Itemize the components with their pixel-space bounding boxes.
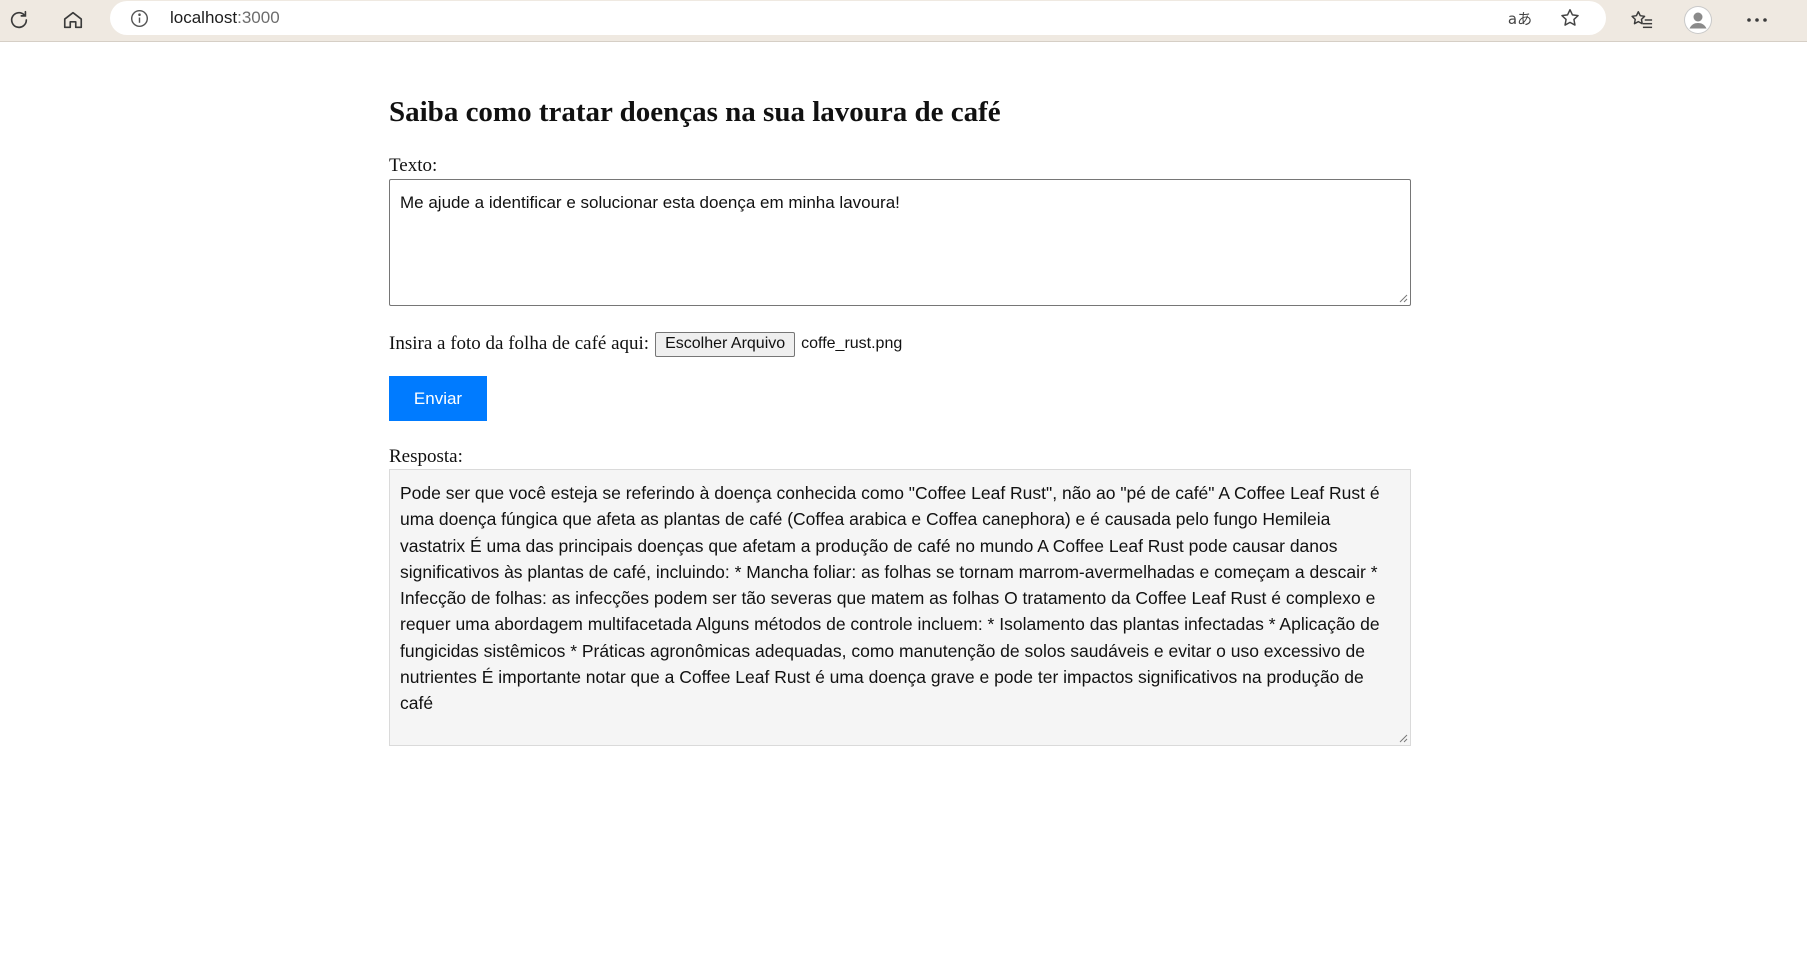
profile-icon[interactable] [1682,4,1714,36]
file-upload-label: Insira a foto da folha de café aqui: [389,333,650,354]
text-label: Texto: [389,155,438,176]
text-input[interactable]: Me ajude a identificar e solucionar esta… [389,179,1411,306]
favorites-icon[interactable] [1626,4,1658,36]
star-icon[interactable] [1556,4,1584,32]
resize-handle-icon[interactable] [1398,293,1408,303]
more-icon[interactable] [1741,4,1773,36]
response-textarea[interactable]: Pode ser que você esteja se referindo à … [389,469,1411,746]
page-title: Saiba como tratar doenças na sua lavoura… [389,96,1001,128]
file-upload-row: Insira a foto da folha de café aqui: Esc… [389,329,902,359]
resize-handle-icon[interactable] [1398,733,1408,743]
info-icon[interactable] [130,9,149,33]
reload-icon[interactable] [3,4,35,36]
response-text: Pode ser que você esteja se referindo à … [400,483,1380,714]
url-text: localhost:3000 [170,8,280,27]
response-label: Resposta: [389,446,463,467]
choose-file-button[interactable]: Escolher Arquivo [655,331,796,357]
translate-icon[interactable]: aあ [1506,4,1534,32]
text-input-value: Me ajude a identificar e solucionar esta… [400,193,900,212]
browser-toolbar: localhost:3000 aあ [0,0,1807,42]
home-icon[interactable] [57,4,89,36]
send-button[interactable]: Enviar [389,376,487,421]
selected-file-name: coffe_rust.png [801,335,903,352]
address-bar[interactable]: localhost:3000 aあ [110,1,1606,35]
